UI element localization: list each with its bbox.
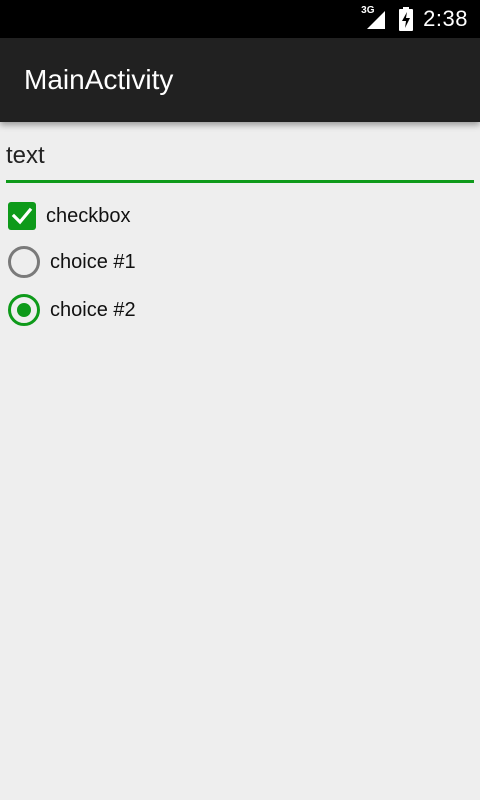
check-icon [11, 207, 33, 225]
radio-button-choice-1[interactable] [8, 246, 40, 278]
status-bar: 3G 2:38 [0, 0, 480, 38]
radio-button-choice-2[interactable] [8, 294, 40, 326]
battery-icon [399, 7, 414, 31]
app-bar: MainActivity [0, 38, 480, 122]
signal-icon: 3G [361, 5, 389, 31]
radio-row-choice-1[interactable]: choice #1 [8, 244, 136, 280]
checkbox[interactable] [8, 202, 36, 230]
radio-row-choice-2[interactable]: choice #2 [8, 292, 136, 328]
checkbox-row[interactable]: checkbox [8, 198, 131, 234]
app-title: MainActivity [24, 64, 174, 95]
radio-label-choice-2: choice #2 [50, 298, 136, 321]
radio-selected-dot [17, 303, 31, 317]
checkbox-label: checkbox [46, 204, 131, 227]
text-input-value: text [6, 142, 45, 169]
text-input[interactable]: text [6, 138, 474, 183]
status-clock: 2:38 [423, 6, 468, 31]
radio-label-choice-1: choice #1 [50, 250, 136, 273]
status-icons: 3G 2:38 [361, 0, 468, 38]
